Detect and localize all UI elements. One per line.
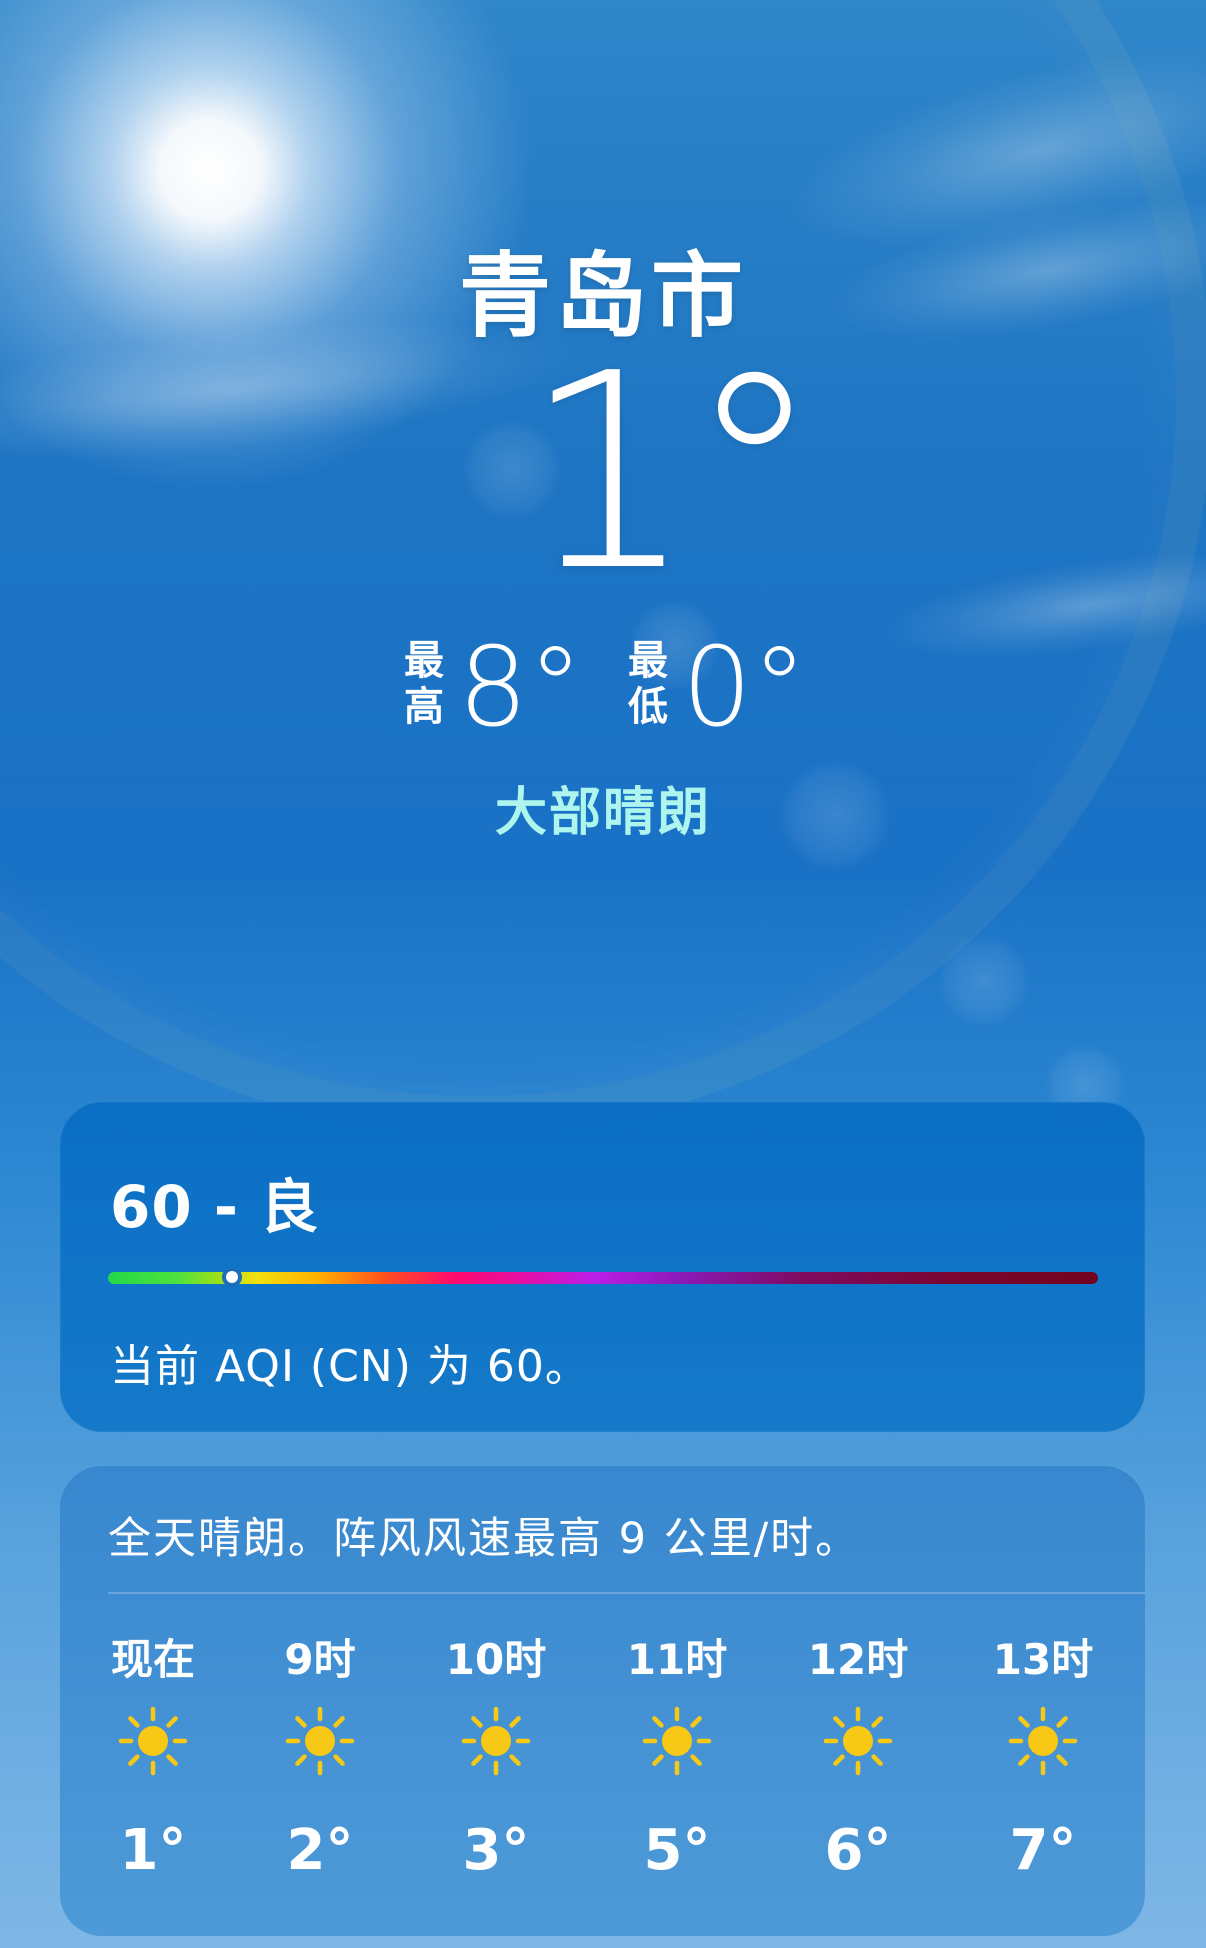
sun-icon [1008, 1706, 1078, 1776]
high-label-char: 最 [404, 638, 444, 684]
forecast-summary: 全天晴朗。阵风风速最高 9 公里/时。 [108, 1514, 861, 1564]
high-label: 最 高 [404, 638, 444, 730]
lens-flare [938, 935, 1030, 1027]
sun-icon [118, 1706, 188, 1776]
hour-item[interactable]: 13时 7° [963, 1626, 1123, 1883]
hour-temperature: 6° [824, 1818, 892, 1883]
hour-label: 12时 [807, 1635, 909, 1684]
high-label-char: 高 [404, 684, 444, 730]
hour-temperature: 5° [643, 1818, 711, 1883]
hourly-forecast-card[interactable]: 全天晴朗。阵风风速最高 9 公里/时。 现在 1° 9时 2° 10时 3° 11时 5° 12… [60, 1466, 1145, 1936]
current-temperature: 1° [523, 315, 822, 630]
low-label-char: 最 [628, 638, 668, 684]
low-temperature: 0° [682, 623, 807, 751]
hour-item[interactable]: 11时 5° [597, 1626, 757, 1883]
hour-label: 9时 [284, 1635, 356, 1684]
sun-icon [642, 1706, 712, 1776]
aqi-description: 当前 AQI (CN) 为 60。 [110, 1341, 590, 1392]
aqi-scale-bar [108, 1272, 1098, 1284]
sun-icon [461, 1706, 531, 1776]
hour-label: 10时 [445, 1635, 547, 1684]
hour-temperature: 2° [286, 1818, 354, 1883]
hour-temperature: 3° [462, 1818, 530, 1883]
sun-icon [285, 1706, 355, 1776]
weather-condition: 大部晴朗 [494, 783, 711, 843]
hour-item[interactable]: 12时 6° [778, 1626, 938, 1883]
air-quality-card[interactable]: 60 - 良 当前 AQI (CN) 为 60。 [60, 1102, 1145, 1432]
hour-label: 11时 [626, 1635, 728, 1684]
high-temp-block: 最 高 8° [404, 632, 583, 742]
low-label-char: 低 [628, 684, 668, 730]
sun-icon [823, 1706, 893, 1776]
low-temp-block: 最 低 0° [628, 632, 807, 742]
hour-label: 现在 [110, 1635, 195, 1684]
hour-label: 13时 [992, 1635, 1094, 1684]
hour-temperature: 1° [119, 1818, 187, 1883]
high-low-temperatures: 最 高 8° 最 低 0° [0, 632, 1206, 742]
high-temperature: 8° [458, 623, 583, 751]
aqi-title: 60 - 良 [110, 1173, 320, 1241]
aqi-marker [221, 1267, 242, 1287]
divider [108, 1592, 1145, 1594]
hour-item[interactable]: 9时 2° [240, 1626, 400, 1883]
hour-item[interactable]: 10时 3° [416, 1626, 576, 1883]
low-label: 最 低 [628, 638, 668, 730]
hour-item[interactable]: 现在 1° [73, 1626, 233, 1883]
hour-temperature: 7° [1009, 1818, 1077, 1883]
